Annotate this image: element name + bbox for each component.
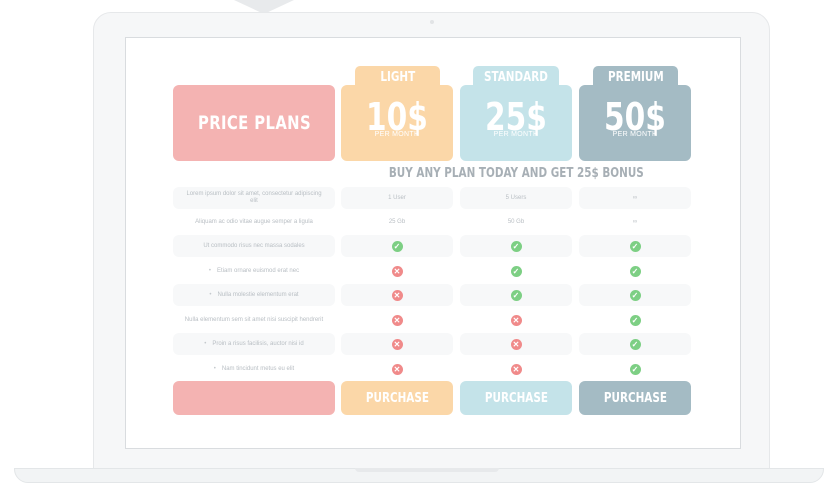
feature-value-cell: ✕ bbox=[460, 309, 572, 331]
feature-value-cell: ✓ bbox=[579, 284, 691, 306]
feature-value-cell: ✕ bbox=[341, 284, 453, 306]
feature-value-cell: ✕ bbox=[341, 358, 453, 380]
check-circle-icon: ✓ bbox=[629, 338, 641, 350]
feature-label: Lorem ipsum dolor sit amet, consectetur … bbox=[173, 187, 335, 209]
cross-circle-icon: ✕ bbox=[391, 363, 403, 375]
feature-label: Ut commodo risus nec massa sodales bbox=[173, 235, 335, 257]
plan-name-light: LIGHT bbox=[380, 69, 415, 85]
feature-value-cell: ✓ bbox=[579, 358, 691, 380]
feature-label: Nulla molestie elementum erat bbox=[173, 284, 335, 306]
feature-value-cell: ✕ bbox=[341, 260, 453, 282]
cross-circle-icon: ✕ bbox=[391, 338, 403, 350]
feature-value: 5 Users bbox=[505, 194, 527, 201]
title-footer-block bbox=[173, 381, 335, 415]
cross-circle-icon: ✕ bbox=[391, 289, 403, 301]
cross-circle-icon: ✕ bbox=[510, 314, 522, 326]
feature-value-cell: ✕ bbox=[341, 333, 453, 355]
feature-value-cell: ✓ bbox=[460, 235, 572, 257]
price-standard: 25$ bbox=[485, 95, 547, 139]
bonus-banner: BUY ANY PLAN TODAY AND GET 25$ BONUS bbox=[340, 166, 692, 181]
feature-label: Proin a risus facilisis, auctor nisi id bbox=[173, 333, 335, 355]
purchase-light-button[interactable]: PURCHASE bbox=[341, 381, 453, 415]
feature-value-cell: ✓ bbox=[460, 284, 572, 306]
feature-value-cell: ∞ bbox=[579, 211, 691, 233]
feature-value-cell: ✓ bbox=[579, 235, 691, 257]
plan-name-standard: STANDARD bbox=[484, 69, 548, 85]
feature-value-cell: ✕ bbox=[460, 333, 572, 355]
feature-label: Etiam ornare euismod erat nec bbox=[173, 260, 335, 282]
feature-value-cell: ✕ bbox=[460, 358, 572, 380]
check-circle-icon: ✓ bbox=[629, 289, 641, 301]
feature-value-cell: 5 Users bbox=[460, 187, 572, 209]
purchase-premium-label: PURCHASE bbox=[603, 390, 667, 406]
purchase-standard-label: PURCHASE bbox=[484, 390, 548, 406]
feature-value: 1 User bbox=[388, 194, 406, 201]
feature-value-cell: ✓ bbox=[579, 333, 691, 355]
cross-circle-icon: ✕ bbox=[391, 314, 403, 326]
feature-value-cell: ✕ bbox=[341, 309, 453, 331]
feature-value: ∞ bbox=[632, 218, 638, 225]
price-card-standard: 25$ PER MONTH bbox=[460, 85, 572, 161]
check-circle-icon: ✓ bbox=[629, 363, 641, 375]
feature-value-cell: 25 Gb bbox=[341, 211, 453, 233]
feature-label: Nam tincidunt metus eu elit bbox=[173, 358, 335, 380]
cross-circle-icon: ✕ bbox=[510, 363, 522, 375]
check-circle-icon: ✓ bbox=[510, 265, 522, 277]
price-card-light: 10$ PER MONTH bbox=[341, 85, 453, 161]
feature-value-cell: ∞ bbox=[579, 187, 691, 209]
camera-icon bbox=[430, 20, 434, 24]
feature-value-cell: ✓ bbox=[341, 235, 453, 257]
check-circle-icon: ✓ bbox=[629, 314, 641, 326]
price-card-premium: 50$ PER MONTH bbox=[579, 85, 691, 161]
feature-value-cell: ✓ bbox=[579, 309, 691, 331]
purchase-standard-button[interactable]: PURCHASE bbox=[460, 381, 572, 415]
feature-value-cell: ✓ bbox=[579, 260, 691, 282]
purchase-premium-button[interactable]: PURCHASE bbox=[579, 381, 691, 415]
purchase-light-label: PURCHASE bbox=[365, 390, 429, 406]
check-circle-icon: ✓ bbox=[629, 265, 641, 277]
price-premium: 50$ bbox=[604, 95, 666, 139]
feature-value: ∞ bbox=[632, 194, 638, 201]
feature-value-cell: 1 User bbox=[341, 187, 453, 209]
check-circle-icon: ✓ bbox=[510, 240, 522, 252]
cross-circle-icon: ✕ bbox=[510, 338, 522, 350]
price-plans-title-card: PRICE PLANS bbox=[173, 85, 335, 161]
feature-label: Nulla elementum sem sit amet nisi suscip… bbox=[184, 316, 324, 323]
bonus-text: BUY ANY PLAN TODAY AND GET 25$ BONUS bbox=[388, 166, 644, 181]
price-light: 10$ bbox=[366, 95, 428, 139]
check-circle-icon: ✓ bbox=[629, 240, 641, 252]
feature-value-cell: 50 Gb bbox=[460, 211, 572, 233]
plan-name-premium: PREMIUM bbox=[607, 69, 664, 85]
feature-value: 50 Gb bbox=[507, 218, 525, 225]
feature-value: 25 Gb bbox=[388, 218, 406, 225]
check-circle-icon: ✓ bbox=[510, 289, 522, 301]
page-title: PRICE PLANS bbox=[197, 112, 311, 134]
feature-label: Aliquam ac odio vitae augue semper a lig… bbox=[195, 218, 313, 225]
laptop-notch bbox=[355, 468, 499, 472]
cross-circle-icon: ✕ bbox=[391, 265, 403, 277]
feature-value-cell: ✓ bbox=[460, 260, 572, 282]
check-circle-icon: ✓ bbox=[391, 240, 403, 252]
